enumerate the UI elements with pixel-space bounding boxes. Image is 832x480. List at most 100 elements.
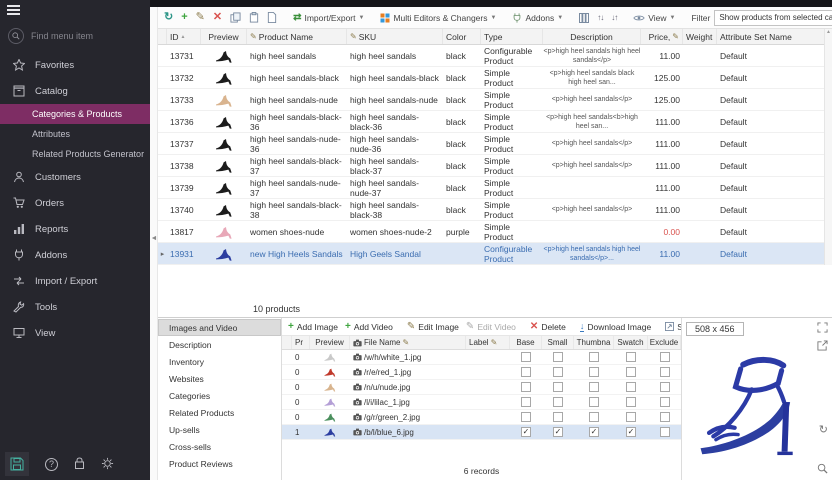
exclude-checkbox[interactable] xyxy=(660,427,670,437)
add-video-button[interactable]: +Add Video xyxy=(343,321,395,333)
column-header-small[interactable]: Small xyxy=(542,336,574,349)
tab-description[interactable]: Description xyxy=(158,336,281,353)
sort-desc-button[interactable]: ↓↑ xyxy=(609,12,619,23)
swatch-checkbox[interactable] xyxy=(626,382,636,392)
table-row[interactable]: 13738 high heel sandals-black-37 high he… xyxy=(158,155,832,177)
base-checkbox[interactable] xyxy=(521,367,531,377)
swatch-checkbox[interactable] xyxy=(626,367,636,377)
column-header-position[interactable]: Pr xyxy=(292,336,310,349)
tab-cross-sells[interactable]: Cross-sells xyxy=(158,438,281,455)
sidebar-item-tools[interactable]: Tools xyxy=(0,294,150,320)
column-header-base[interactable]: Base xyxy=(510,336,542,349)
table-row[interactable]: 13732 high heel sandals-black high heel … xyxy=(158,67,832,89)
column-header-id[interactable]: ID▲ xyxy=(167,29,201,44)
hamburger-menu-icon[interactable] xyxy=(7,5,20,17)
thumbnail-checkbox[interactable] xyxy=(589,367,599,377)
column-header-color[interactable]: Color xyxy=(443,29,481,44)
small-checkbox[interactable] xyxy=(553,382,563,392)
sidebar-item-reports[interactable]: Reports xyxy=(0,216,150,242)
thumbnail-checkbox[interactable] xyxy=(589,397,599,407)
swatch-checkbox[interactable] xyxy=(626,352,636,362)
list-item[interactable]: 0 /g/r/green_2.jpg xyxy=(282,410,681,425)
swatch-checkbox[interactable] xyxy=(626,412,636,422)
tab-websites[interactable]: Websites xyxy=(158,370,281,387)
tab-inventory[interactable]: Inventory xyxy=(158,353,281,370)
column-header-price[interactable]: Price,✎ xyxy=(641,29,683,44)
table-row[interactable]: ▸ 13931 new High Heels Sandals High Geel… xyxy=(158,243,832,265)
vertical-scrollbar[interactable]: ▲ xyxy=(824,29,832,265)
multi-editors-menu[interactable]: Multi Editors & Changers▼ xyxy=(378,12,498,24)
small-checkbox[interactable] xyxy=(553,397,563,407)
tab-categories[interactable]: Categories xyxy=(158,387,281,404)
delete-product-button[interactable]: ✕ xyxy=(211,11,224,24)
column-header-preview[interactable]: Preview xyxy=(310,336,350,349)
lock-button[interactable] xyxy=(74,457,85,472)
copy-button[interactable] xyxy=(228,11,243,24)
gear-button[interactable] xyxy=(101,457,114,472)
table-row[interactable]: 13817 women shoes-nude women shoes-nude-… xyxy=(158,221,832,243)
sidebar-search[interactable]: Find menu item xyxy=(8,28,142,44)
column-header-description[interactable]: Description xyxy=(543,29,641,44)
columns-button[interactable] xyxy=(577,12,591,24)
fullscreen-icon[interactable] xyxy=(817,322,828,335)
sidebar-item-favorites[interactable]: Favorites xyxy=(0,52,150,78)
thumbnail-checkbox[interactable] xyxy=(589,412,599,422)
tab-related-products[interactable]: Related Products xyxy=(158,404,281,421)
addons-menu[interactable]: Addons▼ xyxy=(510,12,565,24)
view-menu[interactable]: View▼ xyxy=(631,12,677,24)
list-item[interactable]: 0 /l/i/lilac_1.jpg xyxy=(282,395,681,410)
sidebar-item-view[interactable]: View xyxy=(0,320,150,346)
list-item[interactable]: 0 /w/h/white_1.jpg xyxy=(282,350,681,365)
column-header-label[interactable]: Label✎ xyxy=(466,336,510,349)
table-row[interactable]: 13733 high heel sandals-nude high heel s… xyxy=(158,89,832,111)
table-row[interactable]: 13737 high heel sandals-nude-36 high hee… xyxy=(158,133,832,155)
table-row[interactable]: 13736 high heel sandals-black-36 high he… xyxy=(158,111,832,133)
row-expander-icon[interactable]: ▸ xyxy=(161,250,165,258)
small-checkbox[interactable]: ✓ xyxy=(553,427,563,437)
exclude-checkbox[interactable] xyxy=(660,397,670,407)
swatch-checkbox[interactable] xyxy=(626,397,636,407)
import-export-menu[interactable]: ⇄ Import/Export▼ xyxy=(291,12,366,24)
panel-splitter[interactable]: ◄ xyxy=(150,7,158,480)
edit-image-button[interactable]: ✎Edit Image xyxy=(405,321,461,333)
save-button[interactable] xyxy=(5,452,29,476)
table-row[interactable]: 13740 high heel sandals-black-38 high he… xyxy=(158,199,832,221)
small-checkbox[interactable] xyxy=(553,412,563,422)
refresh-button[interactable]: ↻ xyxy=(162,11,175,24)
duplicate-button[interactable] xyxy=(265,11,279,24)
exclude-checkbox[interactable] xyxy=(660,367,670,377)
sidebar-item-import-export[interactable]: Import / Export xyxy=(0,268,150,294)
base-checkbox[interactable] xyxy=(521,382,531,392)
exclude-checkbox[interactable] xyxy=(660,412,670,422)
download-image-button[interactable]: ↓Download Image xyxy=(578,321,653,333)
column-header-weight[interactable]: Weight xyxy=(683,29,717,44)
set-resize-rule-button[interactable]: Set Resize Rule▼ xyxy=(663,321,682,333)
column-header-product-name[interactable]: ✎Product Name xyxy=(247,29,347,44)
add-product-button[interactable]: + xyxy=(179,11,189,24)
help-button[interactable]: ? xyxy=(45,458,58,471)
sidebar-item-categories-products[interactable]: Categories & Products xyxy=(0,104,150,124)
column-header-thumbnail[interactable]: Thumbna xyxy=(574,336,614,349)
small-checkbox[interactable] xyxy=(553,367,563,377)
list-item[interactable]: 0 /r/e/red_1.jpg xyxy=(282,365,681,380)
filter-select[interactable]: Show products from selected categories ▼ xyxy=(714,10,832,26)
sort-asc-button[interactable]: ↑↓ xyxy=(595,12,605,23)
column-header-sku[interactable]: ✎SKU xyxy=(347,29,443,44)
base-checkbox[interactable] xyxy=(521,397,531,407)
tab-product-reviews[interactable]: Product Reviews xyxy=(158,455,281,472)
base-checkbox[interactable]: ✓ xyxy=(521,427,531,437)
exclude-checkbox[interactable] xyxy=(660,382,670,392)
sidebar-item-catalog[interactable]: Catalog xyxy=(0,78,150,104)
tab-up-sells[interactable]: Up-sells xyxy=(158,421,281,438)
paste-button[interactable] xyxy=(247,11,261,24)
delete-image-button[interactable]: ✕Delete xyxy=(528,321,568,333)
thumbnail-checkbox[interactable] xyxy=(589,382,599,392)
table-row[interactable]: 13731 high heel sandals high heel sandal… xyxy=(158,45,832,67)
thumbnail-checkbox[interactable]: ✓ xyxy=(589,427,599,437)
column-header-file-name[interactable]: File Name✎ xyxy=(350,336,466,349)
sidebar-item-addons[interactable]: Addons xyxy=(0,242,150,268)
collapse-arrow-icon[interactable]: ◄ xyxy=(150,235,158,242)
table-row[interactable]: 13739 high heel sandals-nude-37 high hee… xyxy=(158,177,832,199)
column-header-swatch[interactable]: Swatch xyxy=(614,336,648,349)
sidebar-item-related-products-generator[interactable]: Related Products Generator xyxy=(0,144,150,164)
